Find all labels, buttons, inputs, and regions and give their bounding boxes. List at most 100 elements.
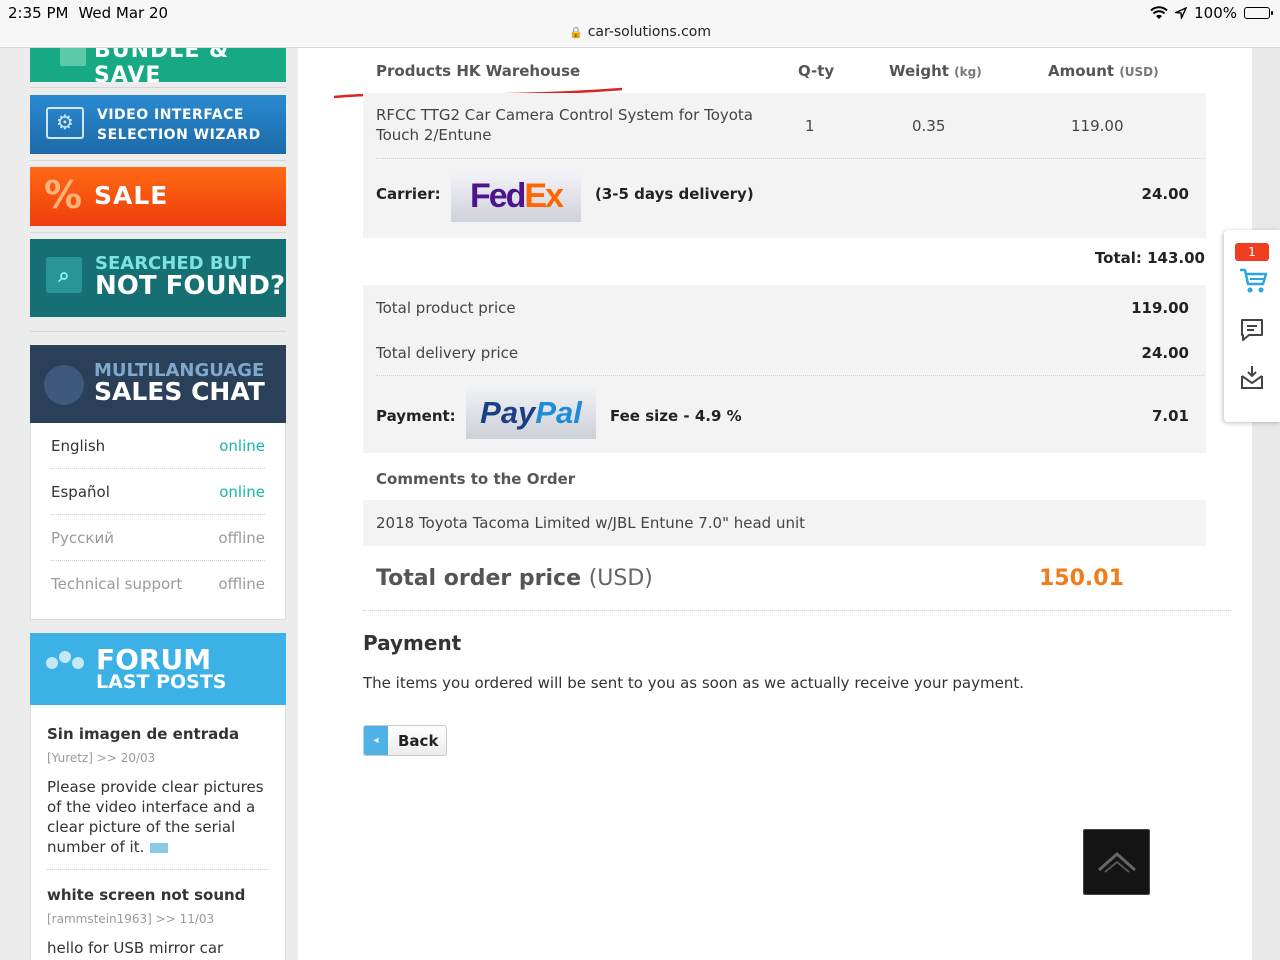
payment-fee-value: 7.01	[1151, 407, 1189, 425]
bundle-save-banner[interactable]: BUNDLE & SAVE	[30, 48, 286, 82]
forum-post[interactable]: Sin imagen de entrada [Yuretz] >> 20/03 …	[47, 705, 269, 857]
total-order-price-label: Total order price (USD)	[376, 566, 653, 591]
forum-banner[interactable]: FORUM LAST POSTS	[30, 633, 286, 705]
qty-column-header: Q-ty	[798, 62, 835, 80]
chat-language: Technical support	[51, 575, 183, 593]
payment-heading: Payment	[363, 631, 462, 655]
comments-heading: Comments to the Order	[376, 470, 576, 488]
searched-banner-line2: NOT FOUND?	[95, 271, 286, 301]
bundle-box-icon	[60, 48, 86, 66]
back-button[interactable]: ◂ Back	[363, 725, 447, 756]
video-banner-line1: VIDEO INTERFACE	[97, 107, 244, 123]
sales-chat-banner[interactable]: MULTILANGUAGE SALES CHAT	[30, 345, 286, 423]
sale-banner-text: SALE	[94, 181, 169, 210]
people-group-icon	[44, 647, 86, 685]
weight-column-header: Weight (kg)	[889, 62, 982, 80]
forum-post-list: Sin imagen de entrada [Yuretz] >> 20/03 …	[30, 705, 286, 960]
cart-count-badge: 1	[1235, 243, 1269, 261]
order-item-row: RFCC TTG2 Car Camera Control System for …	[363, 93, 1206, 159]
products-column-header: Products HK Warehouse	[376, 62, 581, 80]
sidebar: BUNDLE & SAVE VIDEO INTERFACE SELECTION …	[0, 48, 298, 960]
chat-status: online	[219, 436, 265, 455]
divider	[376, 375, 1204, 376]
chat-language-row[interactable]: Español online	[51, 469, 265, 515]
divider	[30, 331, 286, 332]
monitor-gear-icon	[46, 107, 84, 139]
forum-post-body: hello for USB mirror car	[47, 939, 224, 957]
total-order-price-text: Total order price	[376, 566, 582, 591]
bundle-banner-text: BUNDLE & SAVE	[94, 48, 230, 82]
wifi-icon	[1150, 6, 1168, 19]
carrier-row: Carrier: Fed Ex (3-5 days delivery) 24.00	[363, 159, 1206, 238]
payment-fee-text: Fee size - 4.9 %	[610, 407, 742, 425]
order-comment: 2018 Toyota Tacoma Limited w/JBL Entune …	[363, 500, 1206, 546]
sale-banner[interactable]: % SALE	[30, 167, 286, 226]
chat-agent-icon	[44, 365, 84, 405]
chat-status: offline	[218, 575, 265, 593]
battery-icon	[1244, 7, 1273, 19]
amount-header-text: Amount	[1048, 62, 1115, 80]
total-delivery-price-value: 24.00	[1141, 344, 1189, 362]
battery-percent: 100%	[1194, 4, 1237, 22]
chat-language-row[interactable]: Русский offline	[51, 515, 265, 561]
chat-banner-line2: SALES CHAT	[94, 377, 265, 406]
video-thumbnail-icon	[150, 842, 169, 853]
payment-label: Payment:	[376, 407, 456, 425]
divider	[363, 610, 1231, 611]
scroll-to-top-button[interactable]	[1083, 829, 1150, 895]
status-date: Wed Mar 20	[78, 4, 169, 22]
lock-icon: 🔒	[569, 26, 583, 39]
amount-column-header: Amount (USD)	[1048, 62, 1159, 80]
shopping-cart-icon[interactable]	[1238, 266, 1268, 296]
chat-bubble-icon[interactable]	[1238, 316, 1266, 344]
forum-post-title[interactable]: white screen not sound	[47, 886, 269, 904]
url-text: car-solutions.com	[587, 24, 711, 40]
status-time-text: 2:35 PM	[8, 4, 69, 22]
chevron-up-icon	[1098, 851, 1136, 873]
status-time: 2:35 PM Wed Mar 20	[8, 4, 168, 22]
searched-not-found-banner[interactable]: ⌕ SEARCHED BUT NOT FOUND?	[30, 239, 286, 317]
forum-banner-line2: LAST POSTS	[96, 671, 227, 693]
video-interface-wizard-banner[interactable]: VIDEO INTERFACE SELECTION WIZARD	[30, 95, 286, 154]
product-qty: 1	[805, 117, 815, 135]
chat-status: online	[219, 482, 265, 501]
chat-language-list: English online Español online Русский of…	[30, 423, 286, 620]
price-summary-box: Total product price 119.00 Total deliver…	[363, 285, 1206, 453]
chat-status: offline	[218, 528, 265, 547]
carrier-label: Carrier:	[376, 185, 441, 203]
chat-language: Español	[51, 482, 110, 501]
divider	[30, 160, 286, 161]
payment-info-text: The items you ordered will be sent to yo…	[363, 674, 1024, 692]
product-name[interactable]: RFCC TTG2 Car Camera Control System for …	[376, 105, 756, 145]
inbox-download-icon[interactable]	[1238, 364, 1266, 392]
divider	[30, 87, 286, 88]
order-items-box: RFCC TTG2 Car Camera Control System for …	[363, 93, 1206, 238]
back-arrow-icon: ◂	[364, 726, 388, 755]
fedex-logo-ex: Ex	[524, 176, 564, 215]
address-bar[interactable]: 🔒 car-solutions.com	[0, 24, 1280, 40]
fedex-logo-fed: Fed	[469, 176, 526, 215]
paypal-logo-pay: Pay	[480, 395, 536, 430]
product-weight: 0.35	[912, 117, 946, 135]
total-order-price-unit: (USD)	[588, 566, 653, 591]
floating-tools-panel: 1	[1224, 230, 1280, 422]
chat-language-row[interactable]: English online	[51, 423, 265, 469]
status-indicators: 100%	[1150, 4, 1273, 22]
carrier-cost: 24.00	[1141, 185, 1189, 203]
forum-post-body: Please provide clear pictures of the vid…	[47, 777, 269, 857]
forum-post-title[interactable]: Sin imagen de entrada	[47, 725, 269, 743]
amount-unit: (USD)	[1119, 65, 1159, 79]
magnifier-icon: ⌕	[46, 257, 82, 293]
paypal-logo: Pay Pal	[466, 387, 596, 439]
fedex-logo: Fed Ex	[451, 170, 581, 222]
forum-post[interactable]: white screen not sound [rammstein1963] >…	[47, 869, 269, 958]
divider	[30, 232, 286, 233]
forum-post-meta: [Yuretz] >> 20/03	[47, 751, 156, 765]
chat-language-row[interactable]: Technical support offline	[51, 561, 265, 607]
chat-language: English	[51, 436, 106, 455]
weight-header-text: Weight	[889, 62, 949, 80]
total-product-price-value: 119.00	[1131, 299, 1189, 317]
chat-language: Русский	[51, 528, 114, 547]
back-button-label: Back	[398, 732, 439, 750]
percent-icon: %	[44, 173, 83, 217]
